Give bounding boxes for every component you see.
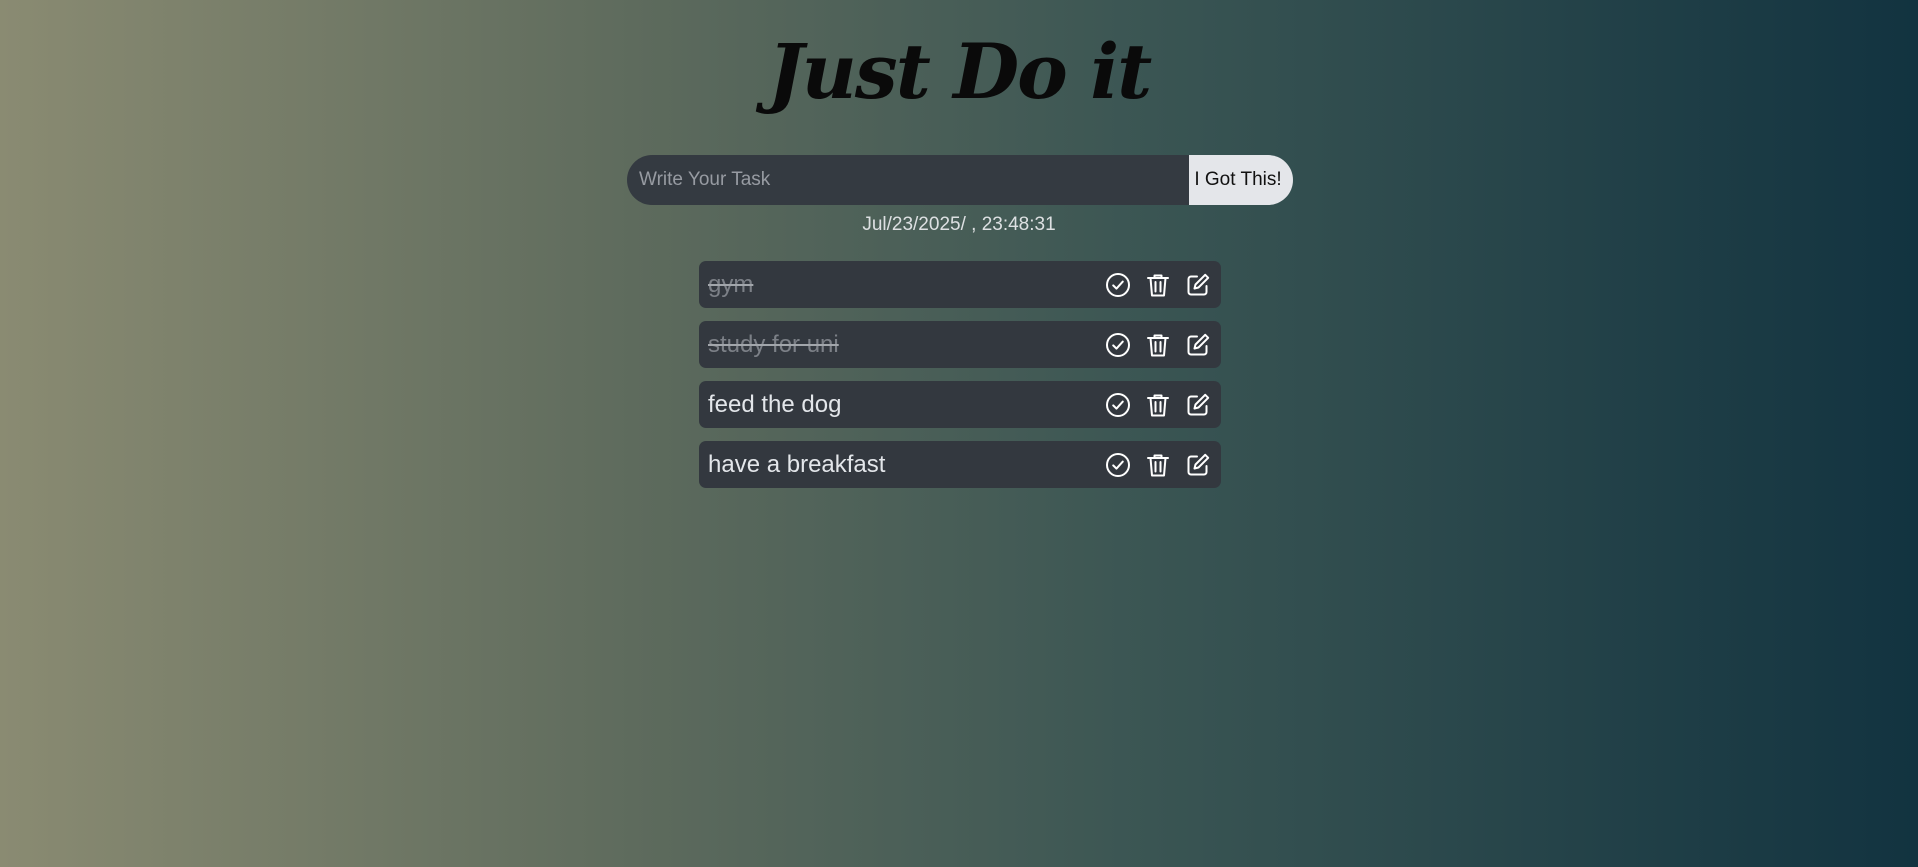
task-item: study for uni — [699, 321, 1221, 368]
task-actions — [1104, 391, 1212, 419]
add-task-button[interactable]: I Got This! — [1189, 155, 1293, 205]
task-text: study for uni — [708, 330, 839, 358]
task-text: feed the dog — [708, 390, 842, 418]
trash-icon[interactable] — [1144, 331, 1172, 359]
trash-icon[interactable] — [1144, 271, 1172, 299]
task-item: feed the dog — [699, 381, 1221, 428]
edit-icon[interactable] — [1184, 391, 1212, 419]
check-circle-icon[interactable] — [1104, 391, 1132, 419]
task-text: have a breakfast — [708, 450, 886, 478]
task-list: gym study for uni feed the dog have a br… — [699, 261, 1221, 501]
app-title: Just Do it — [767, 27, 1153, 116]
trash-icon[interactable] — [1144, 451, 1172, 479]
task-actions — [1104, 331, 1212, 359]
check-circle-icon[interactable] — [1104, 271, 1132, 299]
task-text: gym — [708, 270, 754, 298]
add-task-form: I Got This! — [627, 155, 1293, 205]
current-datetime: Jul/23/2025/ , 23:48:31 — [862, 214, 1056, 235]
task-item: gym — [699, 261, 1221, 308]
task-item: have a breakfast — [699, 441, 1221, 488]
task-actions — [1104, 271, 1212, 299]
edit-icon[interactable] — [1184, 451, 1212, 479]
check-circle-icon[interactable] — [1104, 331, 1132, 359]
trash-icon[interactable] — [1144, 391, 1172, 419]
check-circle-icon[interactable] — [1104, 451, 1132, 479]
edit-icon[interactable] — [1184, 331, 1212, 359]
task-input[interactable] — [627, 155, 1189, 205]
edit-icon[interactable] — [1184, 271, 1212, 299]
task-actions — [1104, 451, 1212, 479]
